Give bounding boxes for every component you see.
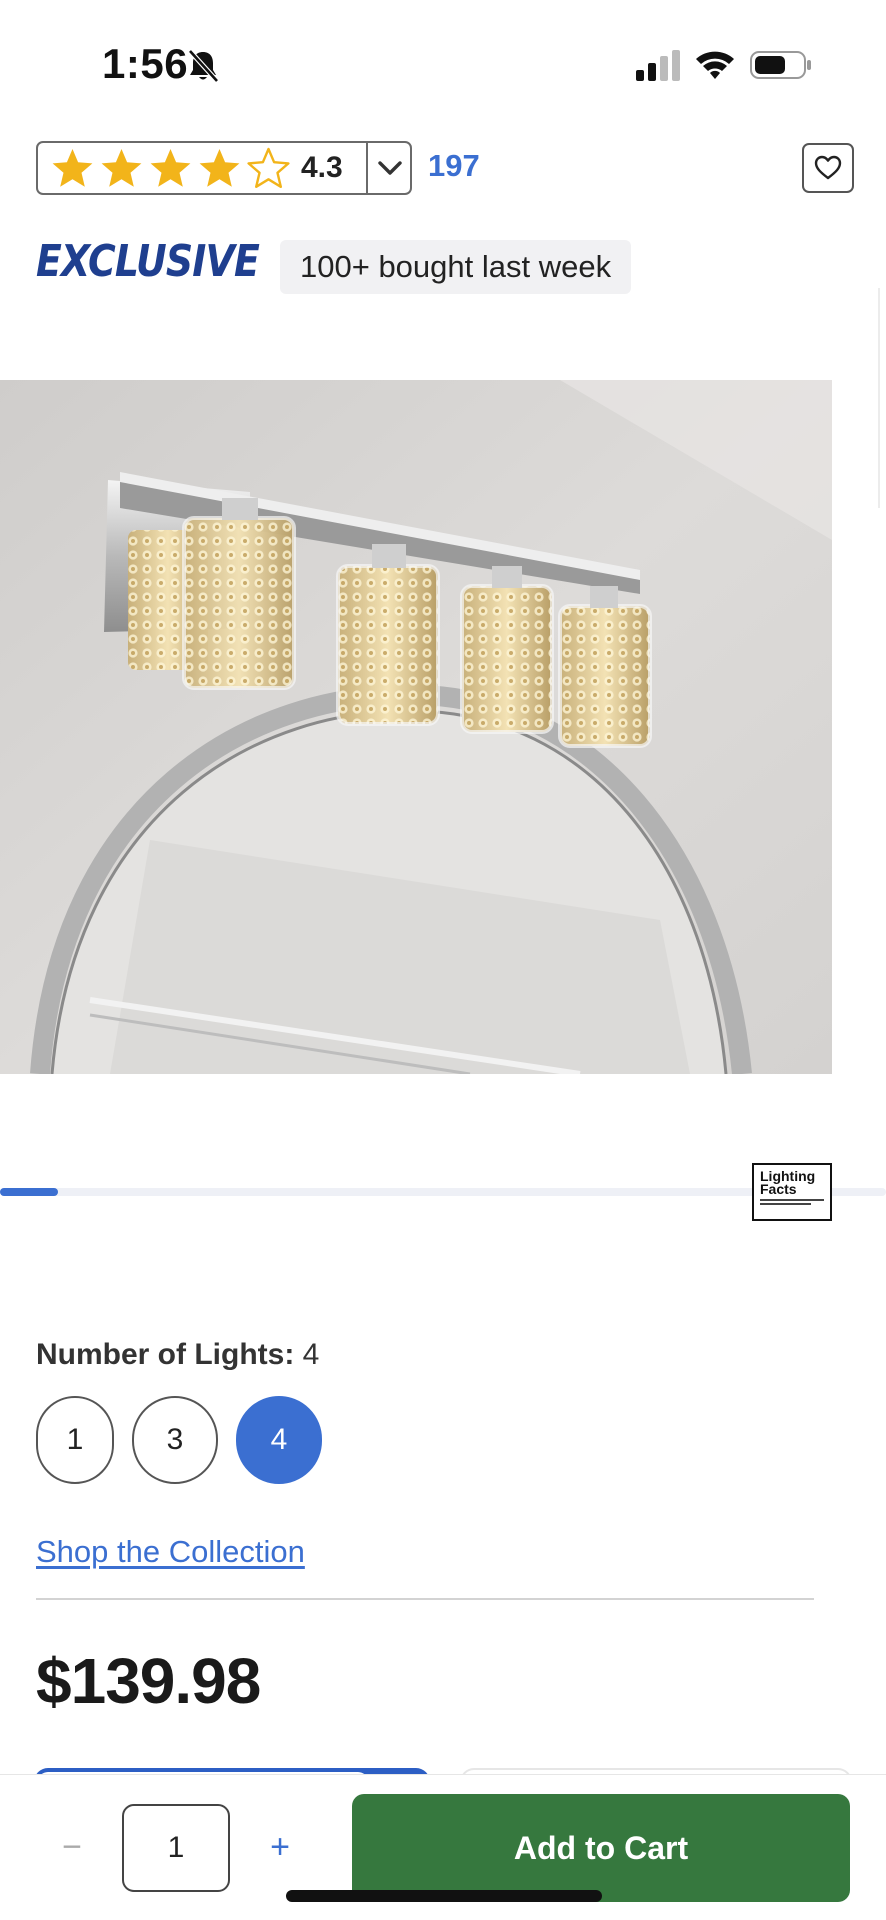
status-bar: 1:56 [0,0,886,130]
section-divider [36,1598,814,1600]
star-outline-icon [247,147,290,188]
heart-icon [814,155,842,180]
star-filled-icon [52,148,93,187]
status-time: 1:56 [102,40,189,87]
bell-slash-icon [188,49,219,83]
rating-summary[interactable]: 4.3 [36,141,412,195]
product-price: $139.98 [36,1645,261,1717]
lighting-facts-title-2: Facts [760,1181,797,1197]
option-lights-3[interactable]: 3 [132,1396,218,1484]
lighting-facts-thumbnail[interactable]: Lighting Facts [752,1163,832,1221]
wishlist-button[interactable] [802,143,854,193]
star-filled-icon [150,148,191,187]
cellular-signal-icon [636,50,680,81]
add-to-cart-button[interactable]: Add to Cart [352,1794,850,1902]
wifi-icon [696,51,734,79]
quantity-increase-button[interactable]: + [260,1822,300,1872]
exclusive-badge: EXCLUSIVE [36,236,260,287]
star-rating [38,146,291,191]
lighting-facts-fine-print [760,1199,824,1205]
quantity-decrease-button[interactable]: − [52,1822,92,1872]
home-indicator [286,1890,602,1902]
vanity-light-photo [0,380,832,1074]
option-label: Number of Lights: [36,1338,295,1371]
shop-the-collection-link[interactable]: Shop the Collection [36,1534,305,1570]
star-filled-icon [199,148,240,187]
product-image[interactable] [0,380,832,1074]
star-filled-icon [101,148,142,187]
rating-value: 4.3 [301,151,343,184]
chevron-down-icon[interactable] [368,143,412,193]
option-lights-1[interactable]: 1 [36,1396,114,1484]
bought-last-week-badge: 100+ bought last week [280,240,632,294]
next-image-edge [878,288,880,508]
battery-icon [750,51,811,79]
quantity-input[interactable]: 1 [122,1804,230,1892]
carousel-progress-indicator [0,1188,58,1196]
review-count-link[interactable]: 197 [428,148,480,184]
option-lights-4[interactable]: 4 [236,1396,322,1484]
option-selected-value: 4 [302,1338,320,1371]
option-label-row: Number of Lights: 4 [36,1338,319,1372]
